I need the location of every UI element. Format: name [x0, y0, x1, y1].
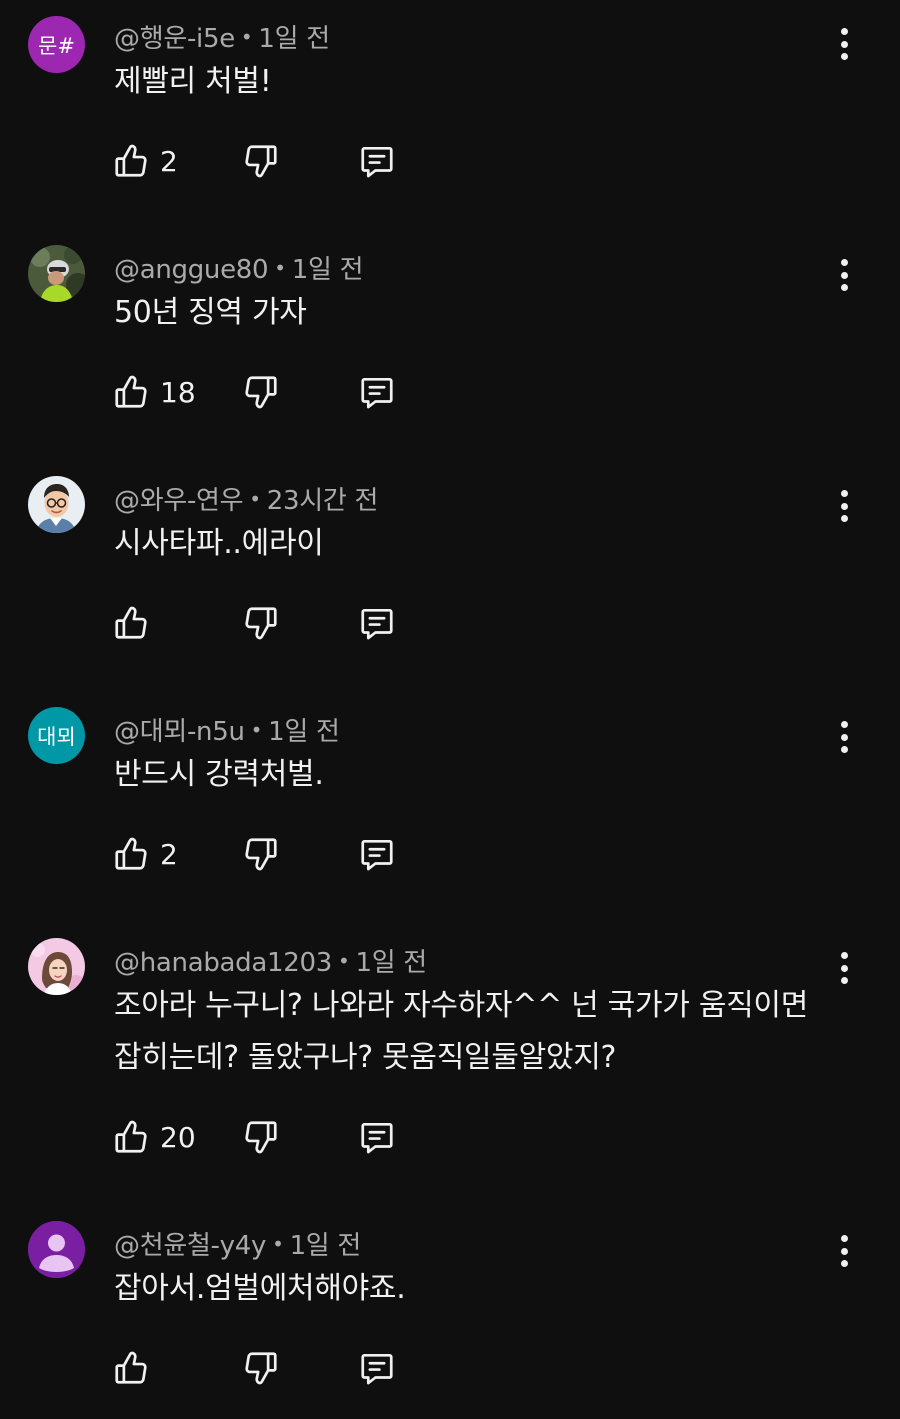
- comment-author[interactable]: @hanabada1203: [114, 948, 332, 978]
- more-vert-icon[interactable]: [828, 24, 860, 64]
- comment-meta: @hanabada1203 • 1일 전: [114, 942, 427, 979]
- thumbs-down-icon: [245, 376, 277, 409]
- comment-text: 50년 징역 가자: [114, 295, 307, 330]
- reply-comment-icon: [361, 839, 393, 871]
- meta-separator: •: [240, 25, 253, 49]
- comment-author[interactable]: @anggue80: [114, 255, 269, 285]
- avatar[interactable]: [28, 938, 85, 995]
- comment-actions: [112, 1348, 412, 1390]
- cartoon-man-glasses-avatar: [28, 476, 85, 533]
- like-button[interactable]: [112, 603, 160, 643]
- thumbs-up-icon: [115, 1351, 147, 1384]
- comment-meta: @행운-i5e • 1일 전: [114, 18, 330, 55]
- comment-text: 잡아서.엄벌에처해야죠.: [114, 1271, 406, 1306]
- comment-time: 1일 전: [268, 717, 340, 747]
- reply-button[interactable]: [358, 1348, 396, 1388]
- comment-meta: @대뫼-n5u • 1일 전: [114, 711, 340, 748]
- avatar-initials: 문#: [38, 33, 75, 58]
- reply-comment-icon: [361, 377, 393, 409]
- avatar[interactable]: [28, 245, 85, 302]
- reply-button[interactable]: [358, 603, 396, 643]
- avatar[interactable]: 문#: [28, 16, 85, 73]
- thumbs-down-icon: [245, 607, 277, 640]
- thumbs-down-icon: [245, 838, 277, 871]
- reply-button[interactable]: [358, 1117, 396, 1157]
- comment-actions: 20: [112, 1117, 412, 1159]
- comment-meta: @천윤철-y4y • 1일 전: [114, 1225, 361, 1262]
- comment-actions: [112, 603, 412, 645]
- avatar[interactable]: [28, 1221, 85, 1278]
- thumbs-down-icon: [245, 1352, 277, 1385]
- thumbs-up-icon: [115, 1120, 147, 1153]
- comment-time: 1일 전: [289, 1231, 362, 1261]
- thumbs-up-icon: [115, 375, 147, 408]
- comment-text: 조아라 누구니? 나와라 자수하자^^ 넌 국가가 움직이면 잡히는데? 돌았구…: [114, 988, 809, 1075]
- like-count: 20: [160, 1120, 196, 1154]
- avatar-initials: 대뫼: [37, 724, 76, 749]
- dislike-button[interactable]: [242, 141, 280, 181]
- thumbs-up-icon: [115, 837, 147, 870]
- dislike-button[interactable]: [242, 834, 280, 874]
- comment-author[interactable]: @대뫼-n5u: [114, 717, 245, 747]
- comment-actions: 18: [112, 372, 412, 414]
- dislike-button[interactable]: [242, 1348, 280, 1388]
- comment-time: 1일 전: [258, 24, 330, 54]
- avatar[interactable]: 대뫼: [28, 707, 85, 764]
- cyclist-photo-avatar: [28, 245, 85, 302]
- like-button[interactable]: 2: [112, 834, 178, 874]
- reply-comment-icon: [361, 1122, 393, 1154]
- comment-meta: @와우-연우 • 23시간 전: [114, 480, 378, 517]
- like-count: 18: [160, 375, 196, 409]
- thumbs-down-icon: [245, 145, 277, 178]
- like-count: 2: [160, 837, 178, 871]
- comment-text: 제빨리 처벌!: [114, 64, 272, 99]
- reply-button[interactable]: [358, 141, 396, 181]
- comment-text: 시사타파..에라이: [114, 526, 324, 561]
- like-button[interactable]: 2: [112, 141, 178, 181]
- dislike-button[interactable]: [242, 372, 280, 412]
- woman-pink-avatar: [28, 938, 85, 995]
- thumbs-down-icon: [245, 1121, 277, 1154]
- like-button[interactable]: 18: [112, 372, 196, 412]
- comment-actions: 2: [112, 834, 412, 876]
- thumbs-up-icon: [115, 144, 147, 177]
- more-vert-icon[interactable]: [828, 1231, 860, 1271]
- dislike-button[interactable]: [242, 1117, 280, 1157]
- default-user-avatar: [28, 1221, 85, 1278]
- like-count: 2: [160, 144, 178, 178]
- comment-author[interactable]: @천윤철-y4y: [114, 1231, 266, 1261]
- reply-button[interactable]: [358, 834, 396, 874]
- meta-separator: •: [249, 487, 261, 511]
- reply-button[interactable]: [358, 372, 396, 412]
- meta-separator: •: [274, 256, 286, 280]
- comment-meta: @anggue80 • 1일 전: [114, 249, 364, 286]
- comment-time: 23시간 전: [266, 486, 379, 516]
- comment-text: 반드시 강력처벌.: [114, 757, 324, 792]
- avatar[interactable]: [28, 476, 85, 533]
- meta-separator: •: [337, 949, 350, 973]
- thumbs-up-icon: [115, 606, 147, 639]
- like-button[interactable]: [112, 1348, 160, 1388]
- comment-author[interactable]: @와우-연우: [114, 486, 244, 516]
- more-vert-icon[interactable]: [828, 255, 860, 295]
- comment-actions: 2: [112, 141, 412, 183]
- reply-comment-icon: [361, 1353, 393, 1385]
- reply-comment-icon: [361, 146, 393, 178]
- comment-author[interactable]: @행운-i5e: [114, 24, 235, 54]
- like-button[interactable]: 20: [112, 1117, 196, 1157]
- comment-time: 1일 전: [291, 255, 364, 285]
- more-vert-icon[interactable]: [828, 717, 860, 757]
- meta-separator: •: [250, 718, 263, 742]
- reply-comment-icon: [361, 608, 393, 640]
- meta-separator: •: [272, 1232, 284, 1256]
- more-vert-icon[interactable]: [828, 948, 860, 988]
- dislike-button[interactable]: [242, 603, 280, 643]
- comments-list: 문# @행운-i5e • 1일 전 제빨리 처벌! 2 @anggue80 • …: [0, 0, 900, 1419]
- comment-time: 1일 전: [355, 948, 427, 978]
- more-vert-icon[interactable]: [828, 486, 860, 526]
